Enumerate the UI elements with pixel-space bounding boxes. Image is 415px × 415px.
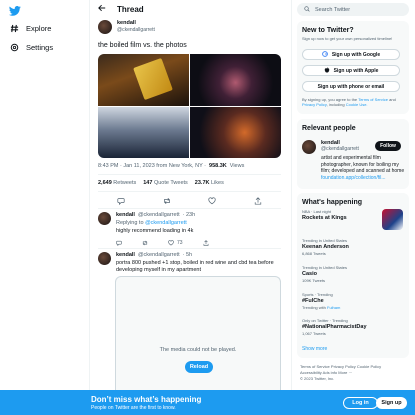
left-nav: Explore Settings bbox=[0, 0, 86, 415]
reply-text: portra 800 pushed +1 stop, boiled in red… bbox=[116, 260, 274, 273]
trend-item[interactable]: Only on Twitter · Trending #NationalPhar… bbox=[302, 318, 402, 336]
signup-title: New to Twitter? bbox=[302, 27, 354, 34]
show-more-link[interactable]: Show more bbox=[302, 346, 327, 352]
nav-settings[interactable]: Settings bbox=[10, 41, 53, 53]
replying-to-link[interactable]: @ckendallgarrett bbox=[145, 220, 187, 226]
photo-city-night[interactable] bbox=[190, 54, 281, 106]
nav-explore[interactable]: Explore bbox=[10, 22, 51, 34]
page-title: Thread bbox=[117, 4, 144, 14]
reply-tweet[interactable]: kendall @ckendallgarrett · 5h portra 800… bbox=[98, 252, 288, 274]
avatar[interactable] bbox=[98, 20, 112, 34]
tweet-meta: 8:43 PM · Jan 11, 2023 from New York, NY… bbox=[98, 163, 244, 169]
tweet-text: the boiled film vs. the photos bbox=[98, 42, 187, 49]
avatar[interactable] bbox=[98, 212, 111, 225]
reply-author-name[interactable]: kendall bbox=[116, 252, 135, 258]
search-placeholder: Search Twitter bbox=[315, 6, 351, 13]
signup-subtitle: Sign up now to get your own personalized… bbox=[302, 36, 393, 41]
reply-author-handle[interactable]: @ckendallgarrett bbox=[138, 252, 180, 258]
reload-button[interactable]: Reload bbox=[185, 361, 213, 373]
reply-time[interactable]: · 23h bbox=[183, 212, 196, 218]
trend-item[interactable]: Sports · Trending #FulChe Trending with … bbox=[302, 292, 402, 310]
retweet-icon[interactable] bbox=[142, 240, 148, 246]
views-count: 958.3K bbox=[209, 163, 227, 169]
share-icon[interactable] bbox=[203, 240, 209, 246]
happening-title: What's happening bbox=[302, 199, 362, 206]
signup-phone-button[interactable]: Sign up with phone or email bbox=[302, 81, 400, 92]
relevant-handle[interactable]: @ckendallgarrett bbox=[321, 146, 359, 152]
like-icon[interactable] bbox=[208, 196, 217, 205]
photo-film-roll[interactable] bbox=[98, 54, 189, 106]
banner-title: Don’t miss what’s happening bbox=[91, 395, 202, 404]
replying-to: Replying to @ckendallgarrett bbox=[116, 220, 187, 226]
reply-time[interactable]: · 5h bbox=[183, 252, 192, 258]
video-error-message: The media could not be played. bbox=[159, 347, 237, 353]
tweet-author[interactable]: kendall @ckendallgarrett bbox=[98, 20, 155, 34]
reply-author-name[interactable]: kendall bbox=[116, 212, 135, 218]
reply-actions: 73 bbox=[116, 240, 288, 246]
photo-building[interactable] bbox=[98, 106, 189, 158]
back-arrow-icon[interactable] bbox=[98, 4, 106, 14]
relevant-person[interactable]: kendall @ckendallgarrett bbox=[302, 140, 359, 154]
divider bbox=[98, 208, 281, 209]
right-sidebar: Search Twitter New to Twitter? Sign up n… bbox=[297, 0, 409, 415]
trend-link[interactable]: Fulham bbox=[327, 305, 340, 310]
copyright: © 2023 Twitter, Inc. bbox=[300, 376, 335, 381]
apple-icon bbox=[324, 66, 330, 75]
avatar[interactable] bbox=[302, 140, 316, 154]
login-button[interactable]: Log in bbox=[343, 397, 378, 409]
search-input[interactable]: Search Twitter bbox=[297, 3, 409, 16]
nav-settings-label: Settings bbox=[26, 42, 54, 52]
like-button[interactable]: 73 bbox=[168, 240, 183, 246]
cookie-link[interactable]: Cookie Use. bbox=[346, 102, 368, 107]
signup-terms: By signing up, you agree to the Terms of… bbox=[302, 97, 396, 107]
login-banner: Don’t miss what’s happening People on Tw… bbox=[0, 390, 415, 415]
reply-icon[interactable] bbox=[116, 196, 125, 205]
footer-links: Terms of Service Privacy Policy Cookie P… bbox=[300, 364, 408, 382]
photo-street-lights[interactable] bbox=[190, 106, 281, 158]
search-icon bbox=[304, 5, 310, 14]
signup-button[interactable]: Sign up bbox=[376, 397, 407, 409]
bio-link[interactable]: foundation.app/collection/fil... bbox=[321, 175, 386, 181]
nav-explore-label: Explore bbox=[26, 23, 52, 33]
like-icon bbox=[168, 240, 174, 246]
gear-icon bbox=[10, 43, 19, 52]
tweet-stats: 2,649 Retweets 147 Quote Tweets 23.7K Li… bbox=[98, 180, 224, 186]
tweet-actions bbox=[98, 196, 281, 205]
reply-likes-count: 73 bbox=[177, 240, 183, 246]
signup-google-button[interactable]: Sign up with Google bbox=[302, 49, 400, 60]
bird-icon[interactable] bbox=[8, 6, 21, 16]
author-name[interactable]: kendall bbox=[117, 20, 155, 27]
views-label: Views bbox=[229, 163, 245, 169]
reply-tweet[interactable]: kendall @ckendallgarrett · 23h Replying … bbox=[98, 212, 288, 246]
photo-grid bbox=[98, 54, 281, 158]
relevant-bio: artist and experimental film photographe… bbox=[321, 155, 405, 181]
reply-author-handle[interactable]: @ckendallgarrett bbox=[138, 212, 180, 218]
follow-button[interactable]: Follow bbox=[375, 141, 401, 151]
banner-subtitle: People on Twitter are the first to know. bbox=[91, 405, 176, 411]
retweets-stat[interactable]: 2,649 Retweets bbox=[98, 180, 136, 186]
divider bbox=[98, 248, 281, 249]
retweet-icon[interactable] bbox=[162, 196, 171, 205]
divider bbox=[98, 174, 281, 175]
thread-header: Thread bbox=[90, 0, 291, 18]
privacy-link[interactable]: Privacy Policy bbox=[302, 102, 327, 107]
relevant-title: Relevant people bbox=[302, 125, 356, 132]
relevant-people-card: Relevant people kendall @ckendallgarrett… bbox=[297, 119, 409, 189]
hash-icon bbox=[10, 24, 19, 33]
avatar[interactable] bbox=[98, 252, 111, 265]
tweet-timestamp[interactable]: 8:43 PM · Jan 11, 2023 from New York, NY… bbox=[98, 163, 206, 169]
likes-stat[interactable]: 23.7K Likes bbox=[195, 180, 224, 186]
signup-apple-button[interactable]: Sign up with Apple bbox=[302, 65, 400, 76]
trend-thumbnail bbox=[382, 209, 403, 230]
share-icon[interactable] bbox=[254, 196, 263, 205]
reply-text: highly recommend loading in 4k bbox=[116, 228, 194, 234]
google-icon bbox=[321, 50, 328, 59]
reply-icon[interactable] bbox=[116, 240, 122, 246]
divider bbox=[98, 191, 281, 192]
quotes-stat[interactable]: 147 Quote Tweets bbox=[143, 180, 188, 186]
trend-item[interactable]: Trending in United States Casio 109K Twe… bbox=[302, 265, 402, 283]
author-handle[interactable]: @ckendallgarrett bbox=[117, 27, 155, 34]
trend-item[interactable]: Trending in United States Keenan Anderso… bbox=[302, 238, 402, 256]
